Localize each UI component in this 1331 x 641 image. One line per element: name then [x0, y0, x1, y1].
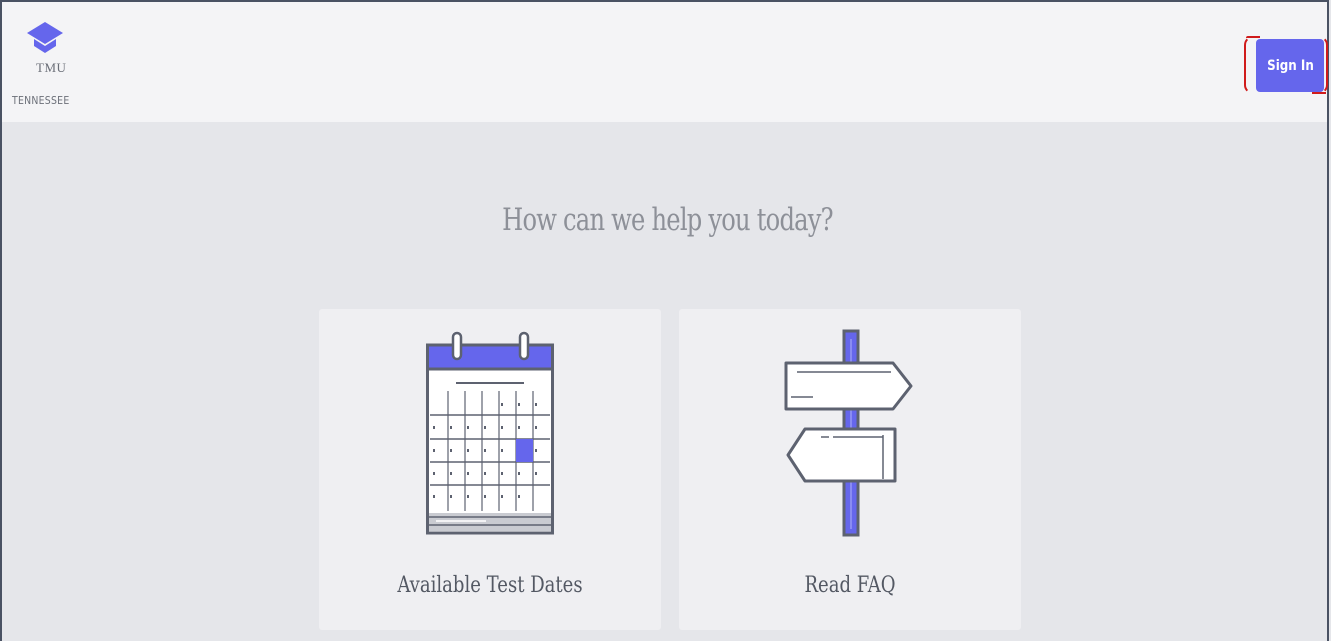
app-window: TMU TENNESSEE Sign In How can we help yo…: [0, 0, 1329, 641]
available-test-dates-card[interactable]: Available Test Dates: [319, 309, 661, 630]
logo[interactable]: TMU TENNESSEE: [12, 22, 82, 107]
signpost-icon: [784, 329, 913, 537]
calendar-icon: [426, 331, 554, 535]
sign-in-button[interactable]: Sign In: [1256, 39, 1324, 92]
logo-name: TMU: [36, 60, 67, 75]
page-headline: How can we help you today?: [502, 202, 833, 238]
logo-state: TENNESSEE: [12, 94, 70, 107]
available-test-dates-label: Available Test Dates: [397, 573, 583, 598]
read-faq-card[interactable]: Read FAQ: [679, 309, 1021, 630]
sign-in-label: Sign In: [1266, 57, 1314, 74]
graduation-cap-icon: [27, 22, 63, 53]
top-bar: TMU TENNESSEE Sign In: [2, 2, 1328, 122]
read-faq-label: Read FAQ: [804, 573, 896, 598]
